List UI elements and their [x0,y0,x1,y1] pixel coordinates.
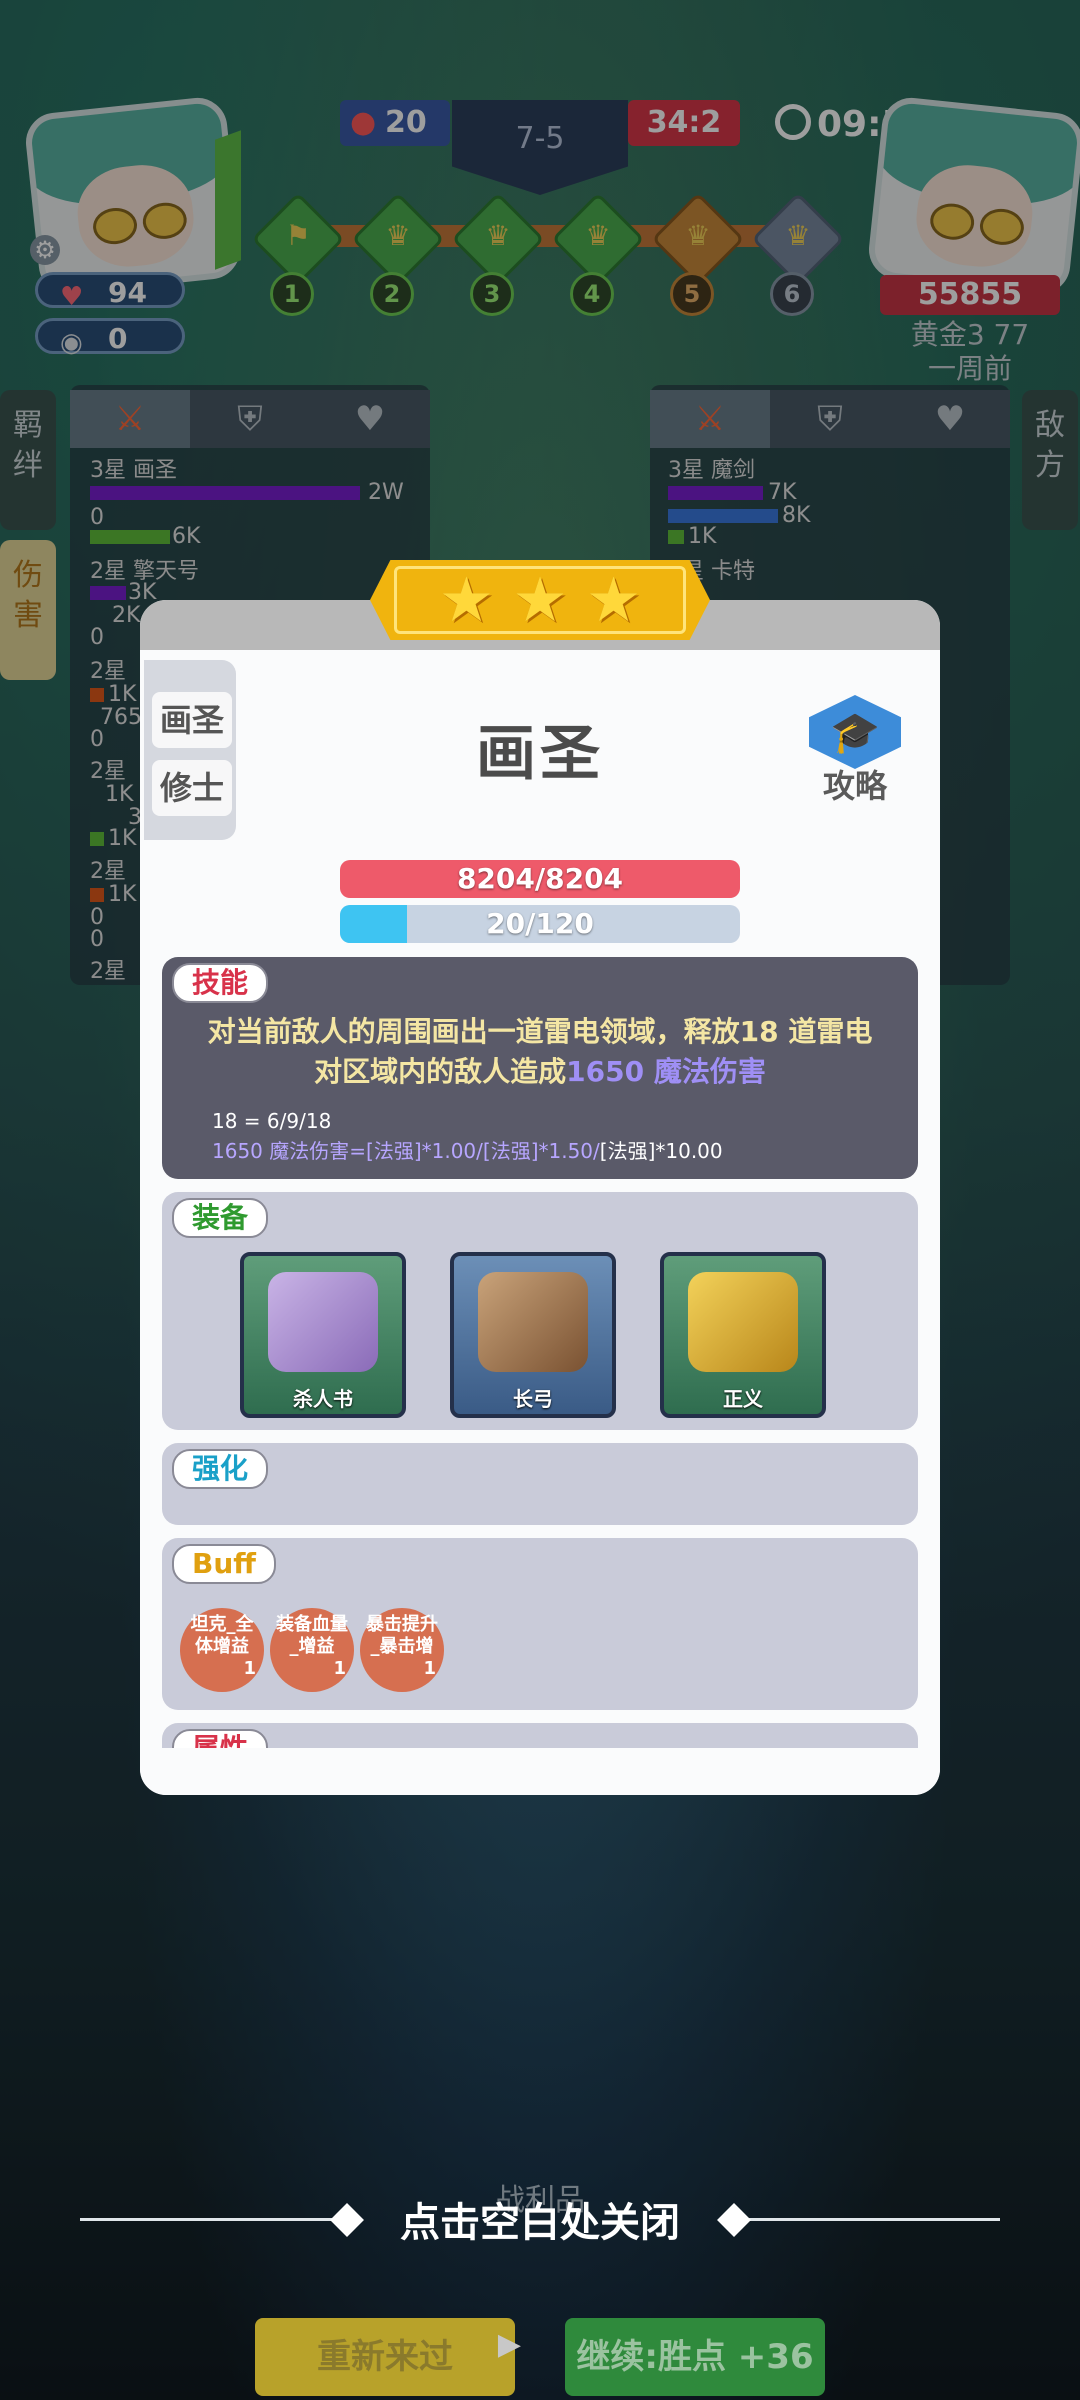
equip-name: 长弓 [513,1387,553,1411]
buff-count: 1 [333,1658,346,1679]
buff-count: 1 [423,1658,436,1679]
buff-line-1: 装备血量 [276,1614,348,1635]
buff-line-2: 体增益 [195,1636,249,1657]
formula-part: [法强]*10.00 [599,1139,723,1163]
skill-description: 对当前敌人的周围画出一道雷电领域，释放18 道雷电 对区域内的敌人造成1650 … [192,1012,888,1092]
mana-bar: 20/120 [340,905,740,943]
star-rank-banner: ★ ★ ★ [370,560,710,640]
skill-section: 技能 对当前敌人的周围画出一道雷电领域，释放18 道雷电 对区域内的敌人造成16… [162,957,918,1179]
bow-icon [478,1272,588,1372]
spellbook-icon [268,1272,378,1372]
guide-button[interactable]: 🎓 攻略 [805,695,905,805]
skill-tag: 技能 [172,963,269,1003]
equip-tag: 装备 [172,1198,269,1238]
skill-line-2a: 对区域内的敌人造成 [314,1055,567,1088]
continue-button[interactable]: 继续:胜点 +36 [565,2318,825,2396]
buff-badge[interactable]: 坦克_全 体增益 1 [180,1608,264,1692]
buff-badge[interactable]: 装备血量 _增益 1 [270,1608,354,1692]
equipment-section: 装备 杀人书 长弓 正义 [162,1192,918,1430]
guide-label: 攻略 [822,767,887,805]
modal-footer [140,1748,940,1795]
star-icon: ★ [438,563,495,636]
equip-slot-bow[interactable]: 长弓 [450,1252,616,1418]
enhance-section: 强化 [162,1443,918,1525]
graduation-cap-icon: 🎓 [809,695,901,769]
skill-formula-1: 18 = 6/9/18 [212,1109,332,1133]
star-icon: ★ [512,563,568,636]
video-icon: ▶ [497,2327,521,2362]
buff-tag: Buff [172,1544,276,1584]
buff-count: 1 [243,1658,256,1679]
equip-name: 正义 [723,1387,763,1411]
gauntlet-icon [688,1272,798,1372]
retry-label: 重新来过 [317,2337,453,2377]
hp-text: 8204/8204 [456,862,624,895]
mana-text: 20/120 [486,907,594,940]
skill-line-1: 对当前敌人的周围画出一道雷电领域，释放18 道雷电 [207,1015,873,1048]
buff-line-1: 坦克_全 [190,1614,254,1635]
close-hint: 点击空白处关闭 [400,2200,680,2246]
equip-name: 杀人书 [293,1387,353,1411]
hero-detail-modal: 画圣 修士 画圣 🎓 攻略 8204/8204 20/120 技能 对当前敌人的… [140,600,940,1795]
star-icon: ★ [585,563,642,636]
enhance-tag: 强化 [172,1449,269,1489]
buff-line-1: 暴击提升 [366,1614,438,1635]
buff-line-2: _暴击增 [370,1636,434,1657]
formula-part: 1650 魔法伤害= [212,1139,367,1163]
buff-section: Buff 坦克_全 体增益 1 装备血量 _增益 1 暴击提升 _暴击增 1 [162,1538,918,1710]
buff-badge[interactable]: 暴击提升 _暴击增 1 [360,1608,444,1692]
equip-slot-gauntlet[interactable]: 正义 [660,1252,826,1418]
skill-line-2b: 1650 魔法伤害 [566,1055,766,1088]
buff-line-2: _增益 [289,1636,335,1657]
skill-formula-2: 1650 魔法伤害=[法强]*1.00/[法强]*1.50/[法强]*10.00 [212,1135,723,1164]
hp-bar: 8204/8204 [340,860,740,898]
retry-button[interactable]: 重新来过 ▶ [255,2318,521,2396]
equip-slot-book[interactable]: 杀人书 [240,1252,406,1418]
formula-part: [法强]*1.00/[法强]*1.50/ [366,1139,600,1163]
